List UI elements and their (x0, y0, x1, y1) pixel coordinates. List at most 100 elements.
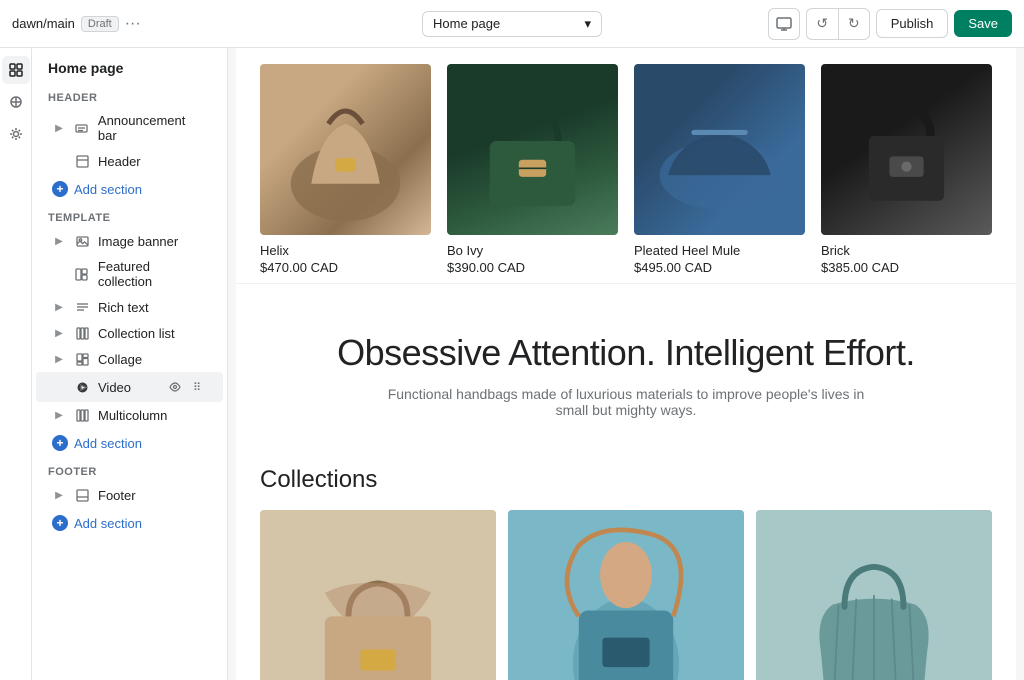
gear-icon (9, 127, 23, 141)
plus-icon: + (52, 515, 68, 531)
add-section-header-label: Add section (74, 182, 142, 197)
expand-icon: ▶ (52, 408, 66, 422)
product-name-bo-ivy: Bo Ivy (447, 243, 618, 258)
featured-collection-icon (74, 266, 90, 282)
expand-icon: ▶ (52, 488, 66, 502)
product-price-helix: $470.00 CAD (260, 260, 431, 275)
topbar-right: ↺ ↻ Publish Save (684, 8, 1012, 40)
collections-grid: Mini bags → (260, 510, 992, 680)
save-button[interactable]: Save (954, 10, 1012, 37)
announcement-bar-label: Announcement bar (98, 113, 207, 143)
expand-icon: ▶ (52, 300, 66, 314)
header-section-label: HEADER (32, 84, 227, 108)
collage-icon (74, 351, 90, 367)
sidebar-item-header[interactable]: ▶ Header (36, 148, 223, 174)
expand-icon: ▶ (52, 121, 66, 135)
collections-section: Collections (236, 450, 1016, 680)
product-card-helix[interactable]: Helix $470.00 CAD (260, 64, 431, 275)
hero-subtitle: Functional handbags made of luxurious ma… (376, 386, 876, 418)
plus-icon: + (52, 435, 68, 451)
rich-text-label: Rich text (98, 300, 149, 315)
product-name-helix: Helix (260, 243, 431, 258)
plus-icon: + (52, 181, 68, 197)
image-banner-icon (74, 233, 90, 249)
add-section-template-label: Add section (74, 436, 142, 451)
collection-list-icon (74, 325, 90, 341)
main-layout: Home page HEADER ▶ Announcement bar ▶ (0, 48, 1024, 680)
sidebar-title: Home page (32, 48, 227, 84)
collection-card-mini[interactable]: Mini bags → (260, 510, 496, 680)
drag-handle-button[interactable]: ⠿ (187, 377, 207, 397)
product-price-bo-ivy: $390.00 CAD (447, 260, 618, 275)
product-image-mule (634, 64, 805, 235)
collection-card-shoulder[interactable]: Shoulder bags → (508, 510, 744, 680)
add-section-footer-button[interactable]: + Add section (36, 510, 223, 536)
featured-collection-label: Featured collection (98, 259, 207, 289)
header-icon (74, 153, 90, 169)
collection-image-top (756, 510, 992, 680)
product-card-brick[interactable]: Brick $385.00 CAD (821, 64, 992, 275)
product-row: Helix $470.00 CAD Bo Ivy $390.00 CAD (236, 48, 1016, 283)
rich-text-icon (74, 299, 90, 315)
topbar-center: Home page ▾ (348, 11, 676, 37)
add-section-footer-label: Add section (74, 516, 142, 531)
sidebar-item-image-banner[interactable]: ▶ Image banner (36, 228, 223, 254)
video-label: Video (98, 380, 131, 395)
expand-icon: ▶ (52, 326, 66, 340)
sidebar-item-collage[interactable]: ▶ Collage (36, 346, 223, 372)
product-name-mule: Pleated Heel Mule (634, 243, 805, 258)
collection-list-label: Collection list (98, 326, 175, 341)
monitor-icon (776, 16, 792, 32)
sidebar-item-rich-text[interactable]: ▶ Rich text (36, 294, 223, 320)
multicolumn-label: Multicolumn (98, 408, 167, 423)
product-name-brick: Brick (821, 243, 992, 258)
collage-label: Collage (98, 352, 142, 367)
visibility-toggle-button[interactable] (165, 377, 185, 397)
collection-card-top[interactable]: Top handle bags → (756, 510, 992, 680)
add-section-header-button[interactable]: + Add section (36, 176, 223, 202)
product-card-mule[interactable]: Pleated Heel Mule $495.00 CAD (634, 64, 805, 275)
expand-icon: ▶ (52, 234, 66, 248)
sidebar-icon-strip (0, 48, 32, 680)
draft-badge: Draft (81, 16, 119, 32)
settings-icon-button[interactable] (2, 120, 30, 148)
product-price-brick: $385.00 CAD (821, 260, 992, 275)
canvas: Helix $470.00 CAD Bo Ivy $390.00 CAD (228, 48, 1024, 680)
product-image-brick (821, 64, 992, 235)
video-icon (74, 379, 90, 395)
sidebar-item-featured-collection[interactable]: ▶ Featured collection (36, 254, 223, 294)
sidebar-item-announcement-bar[interactable]: ▶ Announcement bar (36, 108, 223, 148)
collections-heading: Collections (260, 466, 992, 494)
undo-redo-group: ↺ ↻ (806, 8, 870, 40)
chevron-down-icon: ▾ (584, 16, 591, 32)
product-card-bo-ivy[interactable]: Bo Ivy $390.00 CAD (447, 64, 618, 275)
sidebar-item-collection-list[interactable]: ▶ Collection list (36, 320, 223, 346)
topbar: dawn/main Draft ··· Home page ▾ ↺ ↻ Publ… (0, 0, 1024, 48)
expand-icon: ▶ (52, 352, 66, 366)
page-selector[interactable]: Home page ▾ (422, 11, 602, 37)
redo-button[interactable]: ↻ (838, 8, 870, 40)
multicolumn-icon (74, 407, 90, 423)
sections-icon-button[interactable] (2, 56, 30, 84)
product-price-mule: $495.00 CAD (634, 260, 805, 275)
sidebar-panel: Home page HEADER ▶ Announcement bar ▶ (32, 48, 228, 680)
footer-icon (74, 487, 90, 503)
apps-icon-button[interactable] (2, 88, 30, 116)
footer-label: Footer (98, 488, 136, 503)
more-options-button[interactable]: ··· (125, 15, 141, 33)
video-item-actions: ⠿ (165, 377, 207, 397)
canvas-inner: Helix $470.00 CAD Bo Ivy $390.00 CAD (236, 48, 1016, 680)
branch-label: dawn/main (12, 16, 75, 31)
page-selector-label: Home page (433, 16, 500, 31)
collection-image-mini (260, 510, 496, 680)
announcement-icon (74, 120, 90, 136)
device-preview-button[interactable] (768, 8, 800, 40)
image-banner-label: Image banner (98, 234, 178, 249)
undo-button[interactable]: ↺ (806, 8, 838, 40)
add-section-template-button[interactable]: + Add section (36, 430, 223, 456)
sidebar-item-multicolumn[interactable]: ▶ Multicolumn (36, 402, 223, 428)
sections-icon (9, 63, 23, 77)
sidebar-item-footer[interactable]: ▶ Footer (36, 482, 223, 508)
publish-button[interactable]: Publish (876, 9, 949, 38)
sidebar-item-video[interactable]: ▶ Video ⠿ (36, 372, 223, 402)
